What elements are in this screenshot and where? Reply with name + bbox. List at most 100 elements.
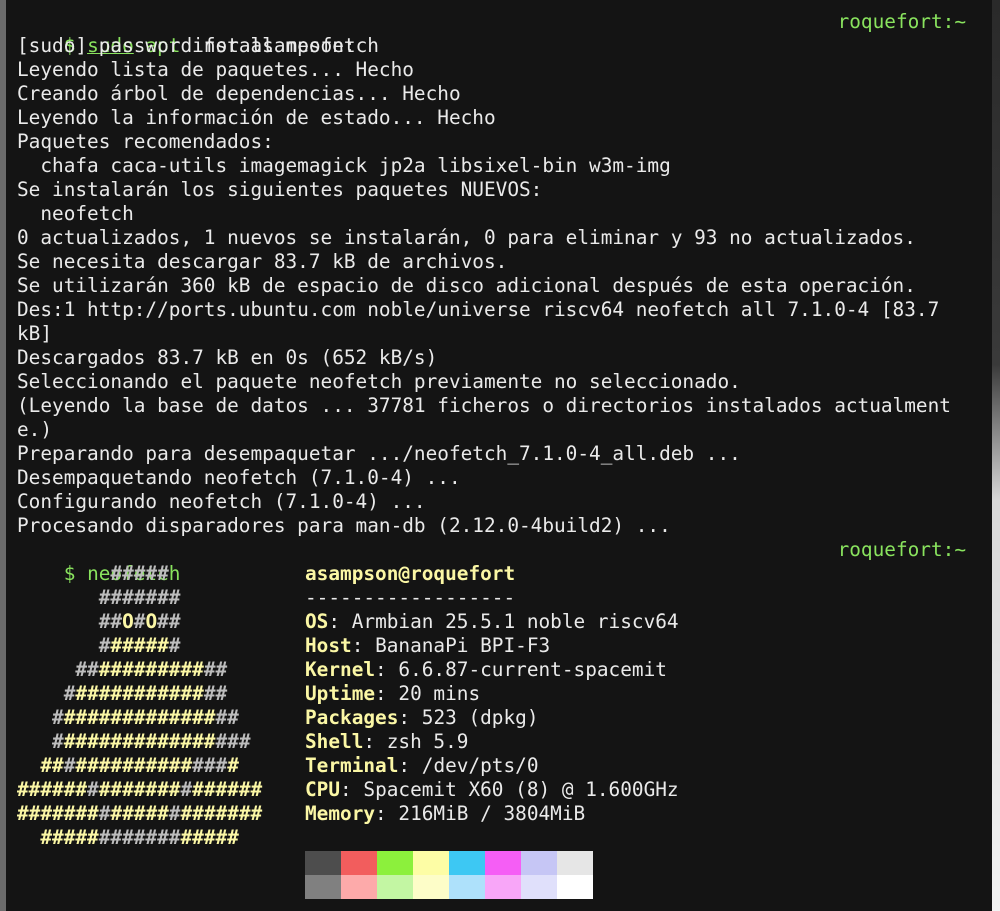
logo-segment (17, 754, 40, 777)
palette-swatch (449, 851, 485, 875)
output-line: Seleccionando el paquete neofetch previa… (17, 370, 741, 393)
prompt-line: $ sudo apt install neofetch (17, 10, 379, 57)
logo-segment: ##### (110, 802, 169, 825)
output-line: Creando árbol de dependencias... Hecho (17, 82, 461, 105)
output-line: (Leyendo la base de datos ... 37781 fich… (17, 394, 951, 417)
logo-segment: ## (215, 706, 239, 729)
sysinfo-key: Memory (305, 802, 376, 825)
output-line: Paquetes recomendados: (17, 130, 274, 153)
logo-segment: # (52, 730, 64, 753)
logo-line: ################ (17, 706, 239, 730)
palette-swatch (521, 875, 557, 899)
logo-segment: ####### (98, 826, 181, 849)
sysinfo-value: /dev/pts/0 (421, 754, 539, 777)
output-line: Se utilizarán 360 kB de espacio de disco… (17, 274, 916, 297)
prompt-hostname: roquefort:~ (837, 10, 966, 33)
output-line: e.) (17, 418, 53, 441)
palette-swatch (413, 875, 449, 899)
logo-segment: ##### (110, 562, 169, 585)
palette-swatch (341, 875, 377, 899)
logo-line: ##################### (17, 778, 262, 802)
logo-line: ####### (17, 634, 181, 658)
sysinfo-key: Kernel (305, 658, 376, 681)
logo-segment (17, 634, 99, 657)
logo-segment: # (133, 610, 146, 633)
sysinfo-colon: : (375, 802, 399, 825)
logo-segment: O (122, 610, 134, 633)
color-palette (305, 851, 593, 899)
logo-segment (17, 826, 40, 849)
palette-swatch (557, 875, 593, 899)
palette-swatch (521, 851, 557, 875)
logo-segment: # (52, 706, 64, 729)
logo-segment: # (63, 754, 76, 777)
palette-swatch (449, 875, 485, 899)
palette-swatch (413, 851, 449, 875)
logo-line: ################# (17, 826, 239, 850)
sysinfo-value: Spacemit X60 (8) @ 1.600GHz (363, 778, 679, 801)
sysinfo-key: OS (305, 610, 329, 633)
logo-segment: ### (215, 730, 251, 753)
user-host: asampson@roquefort (305, 562, 516, 585)
sysinfo-row: Host: BananaPi BPI-F3 (305, 634, 550, 658)
prompt-line: $ neofetch (17, 538, 181, 585)
logo-segment: ##### (110, 634, 169, 657)
palette-row-bright (305, 875, 593, 899)
logo-segment: ## (157, 610, 181, 633)
sysinfo-colon: : (351, 634, 376, 657)
output-line: chafa caca-utils imagemagick jp2a libsix… (17, 154, 671, 177)
output-line: Procesando disparadores para man-db (2.1… (17, 514, 671, 537)
sysinfo-row: Kernel: 6.6.87-current-spacemit (305, 658, 667, 682)
output-line: Se instalarán los siguientes paquetes NU… (17, 178, 543, 201)
sysinfo-key: Packages (305, 706, 399, 729)
sysinfo-key: Host (305, 634, 352, 657)
output-line: Leyendo la información de estado... Hech… (17, 106, 496, 129)
sysinfo-value: Armbian 25.5.1 noble riscv64 (351, 610, 679, 633)
output-line: Descargados 83.7 kB en 0s (652 kB/s) (17, 346, 438, 369)
sysinfo-value: 216MiB / 3804MiB (398, 802, 586, 825)
sysinfo-value: 20 mins (398, 682, 481, 705)
sysinfo-value: 523 (dpkg) (421, 706, 539, 729)
logo-segment: ##### (180, 826, 239, 849)
separator: ------------------ (305, 586, 516, 609)
sysinfo-colon: : (363, 730, 387, 753)
logo-segment: ###### (192, 778, 263, 801)
sysinfo-colon: : (398, 706, 422, 729)
output-line: Desempaquetando neofetch (7.1.0-4) ... (17, 466, 461, 489)
logo-segment: ####### (180, 802, 263, 825)
logo-segment (17, 610, 99, 633)
output-line: Se necesita descargar 83.7 kB de archivo… (17, 250, 508, 273)
logo-line: ##### (17, 562, 169, 586)
terminal-window[interactable]: $ sudo apt install neofetch roquefort:~ … (6, 0, 992, 911)
prompt-hostname: roquefort:~ (837, 538, 966, 561)
logo-segment: ## (203, 682, 228, 705)
logo-segment (17, 682, 64, 705)
logo-segment: # (180, 778, 193, 801)
logo-segment: ####### (17, 802, 99, 825)
logo-line: ##################### (17, 802, 262, 826)
palette-swatch (377, 851, 413, 875)
sysinfo-value: zsh 5.9 (386, 730, 469, 753)
logo-segment: # (168, 802, 181, 825)
logo-segment: ############# (63, 730, 216, 753)
logo-segment: ###### (17, 778, 88, 801)
logo-segment: ########### (75, 682, 204, 705)
logo-line: ################# (17, 754, 239, 778)
logo-segment (17, 730, 52, 753)
logo-segment: O (145, 610, 158, 633)
sysinfo-colon: : (375, 682, 399, 705)
palette-swatch (341, 851, 377, 875)
sysinfo-key: Uptime (305, 682, 376, 705)
sysinfo-row: Terminal: /dev/pts/0 (305, 754, 539, 778)
palette-swatch (377, 875, 413, 899)
sysinfo-row: OS: Armbian 25.5.1 noble riscv64 (305, 610, 679, 634)
sysinfo-row: Shell: zsh 5.9 (305, 730, 468, 754)
logo-segment: ####### (98, 586, 181, 609)
logo-segment (17, 562, 110, 585)
sysinfo-row: Uptime: 20 mins (305, 682, 480, 706)
logo-segment: # (227, 754, 239, 777)
logo-line: ############## (17, 682, 227, 706)
sysinfo-colon: : (340, 778, 364, 801)
logo-segment: ##### (40, 826, 99, 849)
sysinfo-value: 6.6.87-current-spacemit (398, 658, 667, 681)
